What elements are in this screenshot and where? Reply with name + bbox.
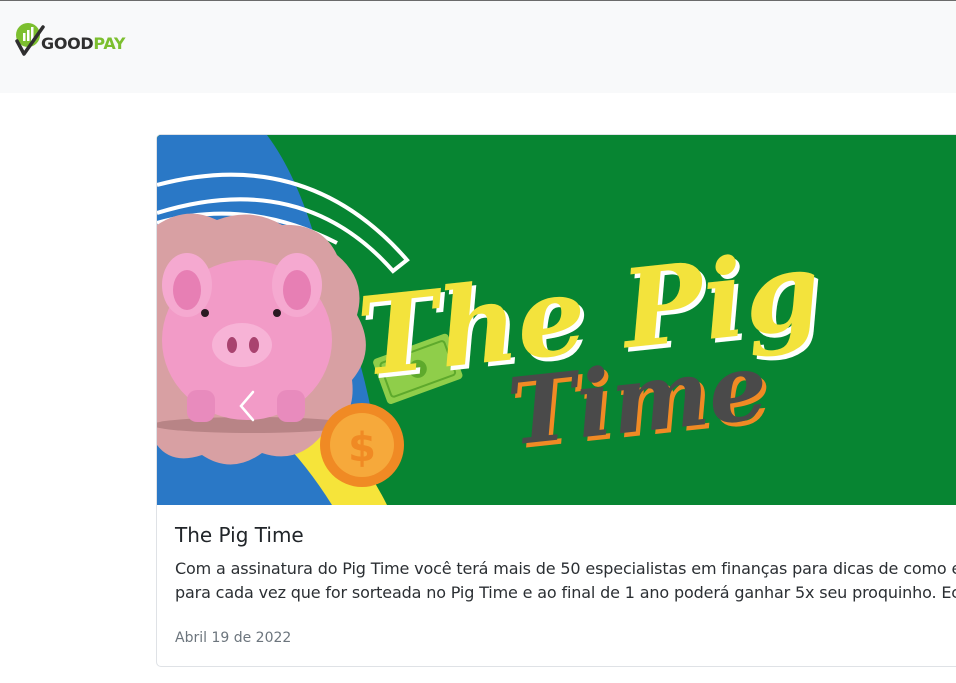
post-excerpt-line2: para cada vez que for sorteada no Pig Ti…: [175, 583, 956, 602]
post-date: Abril 19 de 2022: [175, 630, 292, 646]
post-card-body: The Pig Time Com a assinatura do Pig Tim…: [175, 523, 956, 605]
carousel-prev-button[interactable]: [237, 390, 275, 430]
coin-image: $: [320, 403, 404, 487]
svg-text:$: $: [348, 425, 376, 471]
navbar: GOODPAY: [0, 1, 956, 93]
brand-logo[interactable]: GOODPAY: [14, 21, 144, 61]
post-excerpt: Com a assinatura do Pig Time você terá m…: [175, 557, 956, 605]
post-title[interactable]: The Pig Time: [175, 523, 956, 547]
post-excerpt-line1: Com a assinatura do Pig Time você terá m…: [175, 559, 956, 578]
post-card: $ The Pig The Pig Time Time The Pig Time…: [156, 134, 956, 667]
brand-name-good: GOOD: [41, 34, 94, 53]
post-image: $ The Pig The Pig Time Time: [157, 135, 956, 505]
chevron-left-icon: [239, 390, 255, 422]
brand-name-pay: PAY: [93, 34, 126, 53]
post-image-carousel: $ The Pig The Pig Time Time: [157, 135, 956, 505]
brand-name: GOODPAY: [41, 34, 126, 53]
